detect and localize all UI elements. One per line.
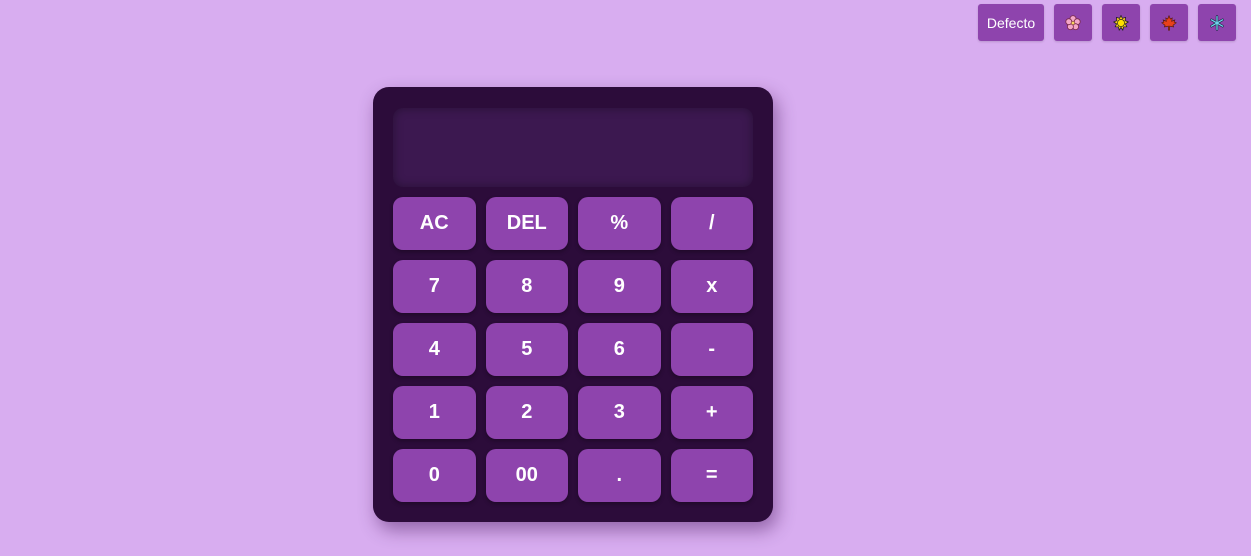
calculator: AC DEL % / 7 8 9 x 4 5 6 - 1 2 3 + 0 00 … xyxy=(373,87,773,522)
snowflake-icon xyxy=(1209,14,1225,31)
double-zero-button[interactable]: 00 xyxy=(485,449,568,502)
percent-button[interactable]: % xyxy=(578,197,661,250)
digit-2-button[interactable]: 2 xyxy=(485,386,568,439)
digit-7-button[interactable]: 7 xyxy=(393,260,476,313)
default-theme-button[interactable]: Defecto xyxy=(978,4,1044,41)
multiply-button[interactable]: x xyxy=(670,260,753,313)
calculator-display xyxy=(393,108,753,187)
delete-button[interactable]: DEL xyxy=(485,197,568,250)
digit-0-button[interactable]: 0 xyxy=(393,449,476,502)
subtract-button[interactable]: - xyxy=(670,323,753,376)
divide-button[interactable]: / xyxy=(670,197,753,250)
maple-leaf-theme-button[interactable] xyxy=(1150,4,1188,41)
flower-theme-button[interactable] xyxy=(1054,4,1092,41)
digit-8-button[interactable]: 8 xyxy=(485,260,568,313)
digit-9-button[interactable]: 9 xyxy=(578,260,661,313)
clear-button[interactable]: AC xyxy=(393,197,476,250)
digit-6-button[interactable]: 6 xyxy=(578,323,661,376)
equals-button[interactable]: = xyxy=(670,449,753,502)
digit-3-button[interactable]: 3 xyxy=(578,386,661,439)
digit-1-button[interactable]: 1 xyxy=(393,386,476,439)
sun-icon xyxy=(1113,14,1129,31)
keypad: AC DEL % / 7 8 9 x 4 5 6 - 1 2 3 + 0 00 … xyxy=(393,197,753,502)
snowflake-theme-button[interactable] xyxy=(1198,4,1236,41)
digit-5-button[interactable]: 5 xyxy=(485,323,568,376)
maple-leaf-icon xyxy=(1161,14,1177,31)
add-button[interactable]: + xyxy=(670,386,753,439)
sun-theme-button[interactable] xyxy=(1102,4,1140,41)
decimal-button[interactable]: . xyxy=(578,449,661,502)
digit-4-button[interactable]: 4 xyxy=(393,323,476,376)
theme-bar: Defecto xyxy=(978,4,1236,41)
flower-icon xyxy=(1065,14,1081,31)
